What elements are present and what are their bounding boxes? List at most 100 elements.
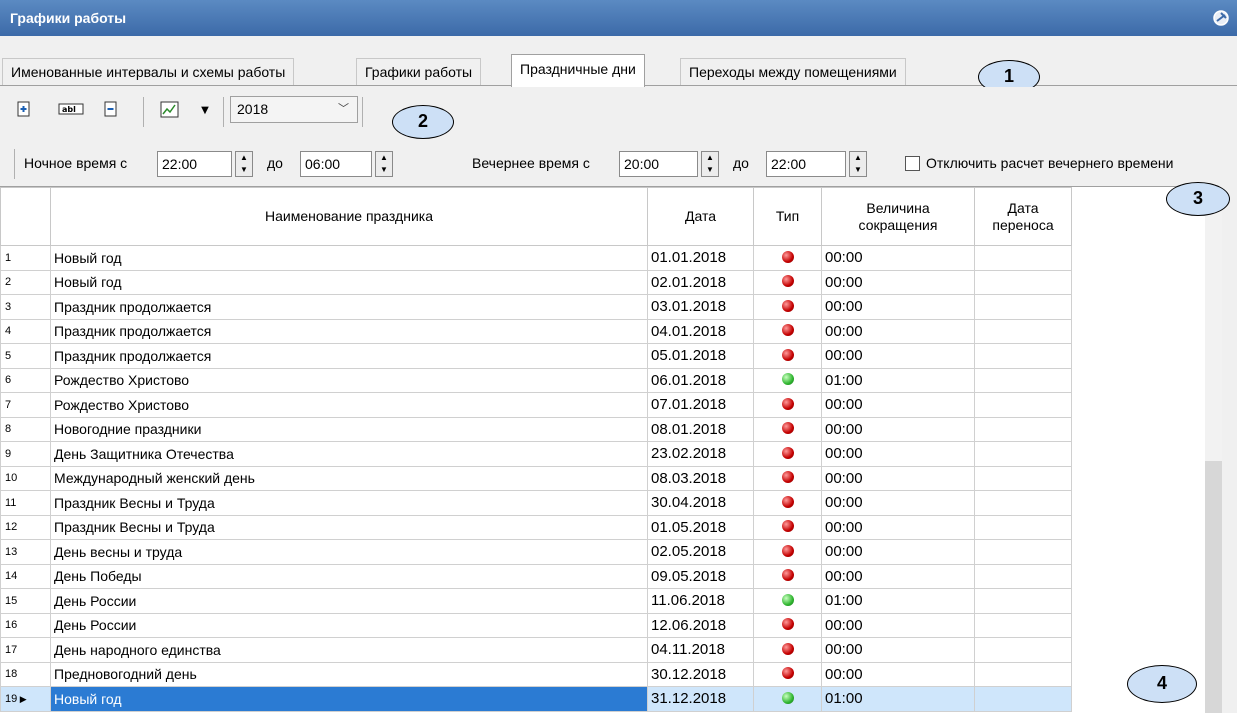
- row-number[interactable]: 4: [0, 318, 51, 344]
- cell-type[interactable]: [753, 294, 822, 320]
- cell-date[interactable]: 23.02.2018: [647, 441, 754, 467]
- cell-reduction[interactable]: 00:00: [821, 318, 975, 344]
- cell-date[interactable]: 11.06.2018: [647, 588, 754, 614]
- cell-reduction[interactable]: 00:00: [821, 563, 975, 589]
- cell-holiday-name[interactable]: День России: [50, 612, 648, 638]
- cell-holiday-name[interactable]: Новый год: [50, 686, 648, 712]
- table-row[interactable]: 2 Новый год 02.01.2018 00:00: [0, 269, 1072, 295]
- row-number[interactable]: 8: [0, 416, 51, 442]
- row-number[interactable]: 16: [0, 612, 51, 638]
- cell-transfer-date[interactable]: [974, 612, 1072, 638]
- evening-from-input[interactable]: 20:00: [619, 151, 698, 177]
- cell-reduction[interactable]: 00:00: [821, 490, 975, 516]
- table-row[interactable]: 6 Рождество Христово 06.01.2018 01:00: [0, 367, 1072, 393]
- cell-holiday-name[interactable]: Предновогодний день: [50, 661, 648, 687]
- header-name[interactable]: Наименование праздника: [50, 187, 648, 246]
- cell-reduction[interactable]: 01:00: [821, 367, 975, 393]
- table-row[interactable]: 11 Праздник Весны и Труда 30.04.2018 00:00: [0, 490, 1072, 516]
- table-row[interactable]: 19 ▶ Новый год 31.12.2018 01:00: [0, 686, 1072, 712]
- cell-holiday-name[interactable]: День России: [50, 588, 648, 614]
- cell-date[interactable]: 07.01.2018: [647, 392, 754, 418]
- cell-type[interactable]: [753, 637, 822, 663]
- cell-holiday-name[interactable]: Праздник продолжается: [50, 294, 648, 320]
- cell-type[interactable]: [753, 661, 822, 687]
- cell-holiday-name[interactable]: Новый год: [50, 245, 648, 271]
- row-number[interactable]: 19 ▶: [0, 686, 51, 712]
- cell-date[interactable]: 02.01.2018: [647, 269, 754, 295]
- cell-type[interactable]: [753, 441, 822, 467]
- cell-holiday-name[interactable]: Праздник продолжается: [50, 343, 648, 369]
- table-row[interactable]: 5 Праздник продолжается 05.01.2018 00:00: [0, 343, 1072, 369]
- cell-transfer-date[interactable]: [974, 514, 1072, 540]
- night-to-input[interactable]: 06:00: [300, 151, 372, 177]
- cell-type[interactable]: [753, 318, 822, 344]
- table-row[interactable]: 15 День России 11.06.2018 01:00: [0, 588, 1072, 614]
- table-row[interactable]: 18 Предновогодний день 30.12.2018 00:00: [0, 661, 1072, 687]
- header-transfer[interactable]: Дата переноса: [974, 187, 1072, 246]
- night-from-stepper[interactable]: ▲ ▼: [235, 151, 253, 177]
- cell-type[interactable]: [753, 343, 822, 369]
- chart-icon[interactable]: [158, 101, 182, 121]
- cell-type[interactable]: [753, 416, 822, 442]
- cell-date[interactable]: 04.11.2018: [647, 637, 754, 663]
- cell-transfer-date[interactable]: [974, 539, 1072, 565]
- cell-date[interactable]: 08.03.2018: [647, 465, 754, 491]
- row-number[interactable]: 13: [0, 539, 51, 565]
- cell-holiday-name[interactable]: День Победы: [50, 563, 648, 589]
- row-number[interactable]: 18: [0, 661, 51, 687]
- cell-transfer-date[interactable]: [974, 367, 1072, 393]
- cell-transfer-date[interactable]: [974, 245, 1072, 271]
- tab-work-schedules[interactable]: Графики работы: [356, 58, 482, 85]
- cell-holiday-name[interactable]: Рождество Христово: [50, 367, 648, 393]
- row-number[interactable]: 6: [0, 367, 51, 393]
- cell-transfer-date[interactable]: [974, 588, 1072, 614]
- evening-to-stepper[interactable]: ▲ ▼: [849, 151, 867, 177]
- cell-reduction[interactable]: 00:00: [821, 392, 975, 418]
- table-row[interactable]: 12 Праздник Весны и Труда 01.05.2018 00:00: [0, 514, 1072, 540]
- cell-reduction[interactable]: 00:00: [821, 612, 975, 638]
- row-number[interactable]: 15: [0, 588, 51, 614]
- cell-transfer-date[interactable]: [974, 318, 1072, 344]
- row-number[interactable]: 3: [0, 294, 51, 320]
- cell-holiday-name[interactable]: Новогодние праздники: [50, 416, 648, 442]
- cell-reduction[interactable]: 00:00: [821, 637, 975, 663]
- cell-reduction[interactable]: 01:00: [821, 588, 975, 614]
- disable-evening-checkbox[interactable]: [905, 156, 920, 171]
- cell-transfer-date[interactable]: [974, 490, 1072, 516]
- row-number[interactable]: 7: [0, 392, 51, 418]
- cell-holiday-name[interactable]: Праздник Весны и Труда: [50, 490, 648, 516]
- cell-holiday-name[interactable]: Праздник Весны и Труда: [50, 514, 648, 540]
- row-number[interactable]: 9: [0, 441, 51, 467]
- cell-type[interactable]: [753, 490, 822, 516]
- cell-date[interactable]: 04.01.2018: [647, 318, 754, 344]
- cell-reduction[interactable]: 00:00: [821, 245, 975, 271]
- cell-transfer-date[interactable]: [974, 686, 1072, 712]
- tab-holidays[interactable]: Праздничные дни: [511, 54, 645, 87]
- dropdown-arrow-icon[interactable]: ▼: [198, 101, 212, 121]
- cell-transfer-date[interactable]: [974, 637, 1072, 663]
- cell-reduction[interactable]: 01:00: [821, 686, 975, 712]
- cell-type[interactable]: [753, 539, 822, 565]
- cell-type[interactable]: [753, 612, 822, 638]
- cell-reduction[interactable]: 00:00: [821, 441, 975, 467]
- cell-reduction[interactable]: 00:00: [821, 416, 975, 442]
- cell-transfer-date[interactable]: [974, 465, 1072, 491]
- cell-transfer-date[interactable]: [974, 441, 1072, 467]
- cell-holiday-name[interactable]: День Защитника Отечества: [50, 441, 648, 467]
- cell-holiday-name[interactable]: Праздник продолжается: [50, 318, 648, 344]
- cell-date[interactable]: 08.01.2018: [647, 416, 754, 442]
- cell-reduction[interactable]: 00:00: [821, 661, 975, 687]
- cell-date[interactable]: 05.01.2018: [647, 343, 754, 369]
- cell-transfer-date[interactable]: [974, 343, 1072, 369]
- table-row[interactable]: 16 День России 12.06.2018 00:00: [0, 612, 1072, 638]
- table-row[interactable]: 10 Международный женский день 08.03.2018 00…: [0, 465, 1072, 491]
- cell-transfer-date[interactable]: [974, 416, 1072, 442]
- cell-reduction[interactable]: 00:00: [821, 343, 975, 369]
- table-row[interactable]: 13 День весны и труда 02.05.2018 00:00: [0, 539, 1072, 565]
- cell-type[interactable]: [753, 514, 822, 540]
- row-number[interactable]: 11: [0, 490, 51, 516]
- cell-type[interactable]: [753, 367, 822, 393]
- cell-reduction[interactable]: 00:00: [821, 539, 975, 565]
- cell-reduction[interactable]: 00:00: [821, 514, 975, 540]
- table-row[interactable]: 4 Праздник продолжается 04.01.2018 00:00: [0, 318, 1072, 344]
